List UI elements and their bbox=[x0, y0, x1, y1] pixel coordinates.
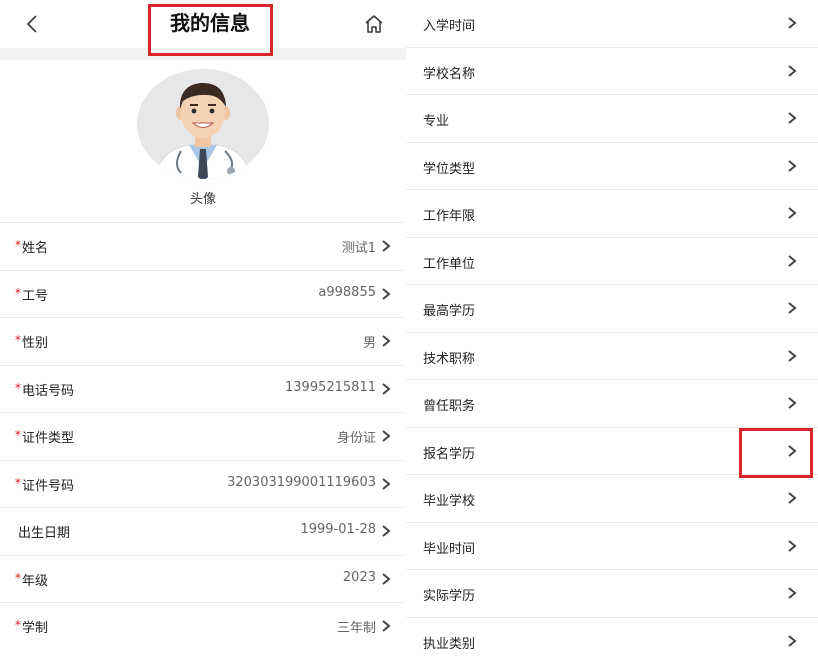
education-row[interactable]: 实际学历 bbox=[406, 570, 818, 618]
chevron-right-icon[interactable] bbox=[380, 619, 392, 633]
row-value: a998855 bbox=[318, 284, 376, 300]
chevron-right-icon[interactable] bbox=[786, 301, 798, 315]
chevron-right-icon[interactable] bbox=[786, 16, 798, 30]
row-value: 1999-01-28 bbox=[300, 522, 376, 537]
row-value: 2023 bbox=[342, 569, 376, 585]
education-row[interactable]: 技术职称 bbox=[406, 333, 818, 380]
profile-row[interactable]: * 性别 男 bbox=[0, 317, 406, 365]
chevron-right-icon[interactable] bbox=[380, 429, 392, 443]
row-label: 工作单位 bbox=[423, 256, 476, 272]
row-label: 证件类型 bbox=[22, 431, 75, 446]
profile-row[interactable]: * 姓名 测试1 bbox=[0, 222, 406, 270]
chevron-right-icon[interactable] bbox=[380, 382, 392, 396]
row-label: 曾任职务 bbox=[423, 399, 476, 414]
chevron-right-icon[interactable] bbox=[786, 491, 798, 505]
education-row[interactable]: 曾任职务 bbox=[406, 380, 818, 428]
required-mark: * bbox=[15, 285, 21, 300]
education-panel: 入学时间学校名称专业学位类型工作年限工作单位最高学历技术职称曾任职务报名学历毕业… bbox=[406, 0, 818, 660]
row-label: 工作年限 bbox=[423, 209, 476, 224]
profile-row[interactable]: * 证件类型 身份证 bbox=[0, 412, 406, 460]
row-label: 证件号码 bbox=[22, 478, 75, 494]
education-row[interactable]: 入学时间 bbox=[406, 0, 818, 48]
row-label: 学位类型 bbox=[423, 161, 476, 177]
profile-field-list: * 姓名 测试1 * 工号 a998855 * 性别男 * 电话号码 13995215811 * 证件类… bbox=[0, 222, 406, 650]
profile-row[interactable]: * 电话号码 13995215811 bbox=[0, 364, 406, 413]
avatar-label: 头像 bbox=[189, 192, 216, 207]
row-label: 技术职称 bbox=[423, 351, 476, 367]
education-field-list: 入学时间学校名称专业学位类型工作年限工作单位最高学历技术职称曾任职务报名学历毕业… bbox=[406, 0, 818, 660]
title-highlight-box bbox=[148, 4, 273, 56]
row-value: 身份证 bbox=[336, 431, 376, 446]
required-mark: * bbox=[15, 380, 21, 395]
profile-panel: 我的信息 头像 * 姓名 测试1 * 工号 a998855 * 性别 男 * 电… bbox=[0, 0, 406, 660]
profile-row[interactable]: 出生日期 1999-01-28 bbox=[0, 507, 406, 555]
chevron-right-icon[interactable] bbox=[786, 349, 798, 363]
education-row[interactable]: 学位类型 bbox=[406, 143, 818, 190]
home-icon[interactable] bbox=[362, 12, 386, 36]
row-label: 毕业学校 bbox=[423, 494, 476, 509]
avatar-section[interactable]: 头像 bbox=[0, 60, 406, 222]
row-label: 执业类别 bbox=[423, 636, 476, 652]
education-row[interactable]: 学校名称 bbox=[406, 48, 818, 95]
row-label: 入学时间 bbox=[423, 19, 476, 34]
education-row[interactable]: 毕业学校 bbox=[406, 475, 818, 523]
education-row[interactable]: 最高学历 bbox=[406, 285, 818, 333]
row-label: 实际学历 bbox=[423, 589, 476, 604]
row-label: 学校名称 bbox=[423, 66, 476, 82]
chevron-right-icon[interactable] bbox=[380, 524, 392, 538]
chevron-right-icon[interactable] bbox=[786, 206, 798, 220]
education-row[interactable]: 工作单位 bbox=[406, 238, 818, 285]
profile-row[interactable]: * 证件号码 320303199001119603 bbox=[0, 459, 406, 508]
row-label: 出生日期 bbox=[18, 526, 71, 541]
chevron-right-icon[interactable] bbox=[786, 396, 798, 410]
chevron-right-icon[interactable] bbox=[786, 634, 798, 648]
row-label: 最高学历 bbox=[423, 304, 476, 319]
profile-row[interactable]: * 年级 2023 bbox=[0, 554, 406, 603]
education-row[interactable]: 毕业时间 bbox=[406, 523, 818, 570]
chevron-right-icon[interactable] bbox=[380, 239, 392, 253]
arrow-highlight-box bbox=[739, 428, 813, 478]
chevron-right-icon[interactable] bbox=[786, 254, 798, 268]
chevron-right-icon[interactable] bbox=[786, 111, 798, 125]
row-label: 专业 bbox=[423, 114, 450, 129]
chevron-right-icon[interactable] bbox=[380, 572, 392, 586]
row-label: 工号 bbox=[22, 288, 49, 304]
required-mark: * bbox=[15, 475, 21, 490]
chevron-left-icon[interactable] bbox=[22, 12, 44, 36]
row-label: 学制 bbox=[22, 621, 49, 636]
profile-row[interactable]: * 工号 a998855 bbox=[0, 269, 406, 318]
education-row[interactable]: 专业 bbox=[406, 95, 818, 143]
education-row[interactable]: 执业类别 bbox=[406, 618, 818, 660]
chevron-right-icon[interactable] bbox=[380, 287, 392, 301]
row-label: 年级 bbox=[22, 573, 49, 589]
chevron-right-icon[interactable] bbox=[786, 64, 798, 78]
required-mark: * bbox=[15, 238, 21, 252]
row-label: 姓名 bbox=[22, 241, 49, 256]
chevron-right-icon[interactable] bbox=[786, 159, 798, 173]
row-label: 报名学历 bbox=[423, 446, 476, 462]
row-value: 320303199001119603 bbox=[227, 474, 376, 490]
row-value: 测试1 bbox=[341, 241, 376, 256]
chevron-right-icon[interactable] bbox=[380, 477, 392, 491]
required-mark: * bbox=[15, 428, 21, 442]
required-mark: * bbox=[15, 570, 21, 585]
row-value: 三年制 bbox=[336, 621, 376, 636]
profile-row[interactable]: * 学制 三年制 bbox=[0, 602, 406, 650]
required-mark: * bbox=[15, 618, 21, 632]
chevron-right-icon[interactable] bbox=[786, 586, 798, 600]
row-label: 性别 bbox=[22, 336, 49, 351]
row-label: 毕业时间 bbox=[423, 541, 476, 557]
row-value: 男 bbox=[362, 336, 376, 351]
education-row[interactable]: 工作年限 bbox=[406, 190, 818, 238]
required-mark: * bbox=[15, 333, 21, 347]
row-value: 13995215811 bbox=[285, 379, 376, 395]
chevron-right-icon[interactable] bbox=[786, 539, 798, 553]
row-label: 电话号码 bbox=[22, 383, 75, 399]
avatar[interactable] bbox=[137, 69, 269, 179]
chevron-right-icon[interactable] bbox=[380, 334, 392, 348]
